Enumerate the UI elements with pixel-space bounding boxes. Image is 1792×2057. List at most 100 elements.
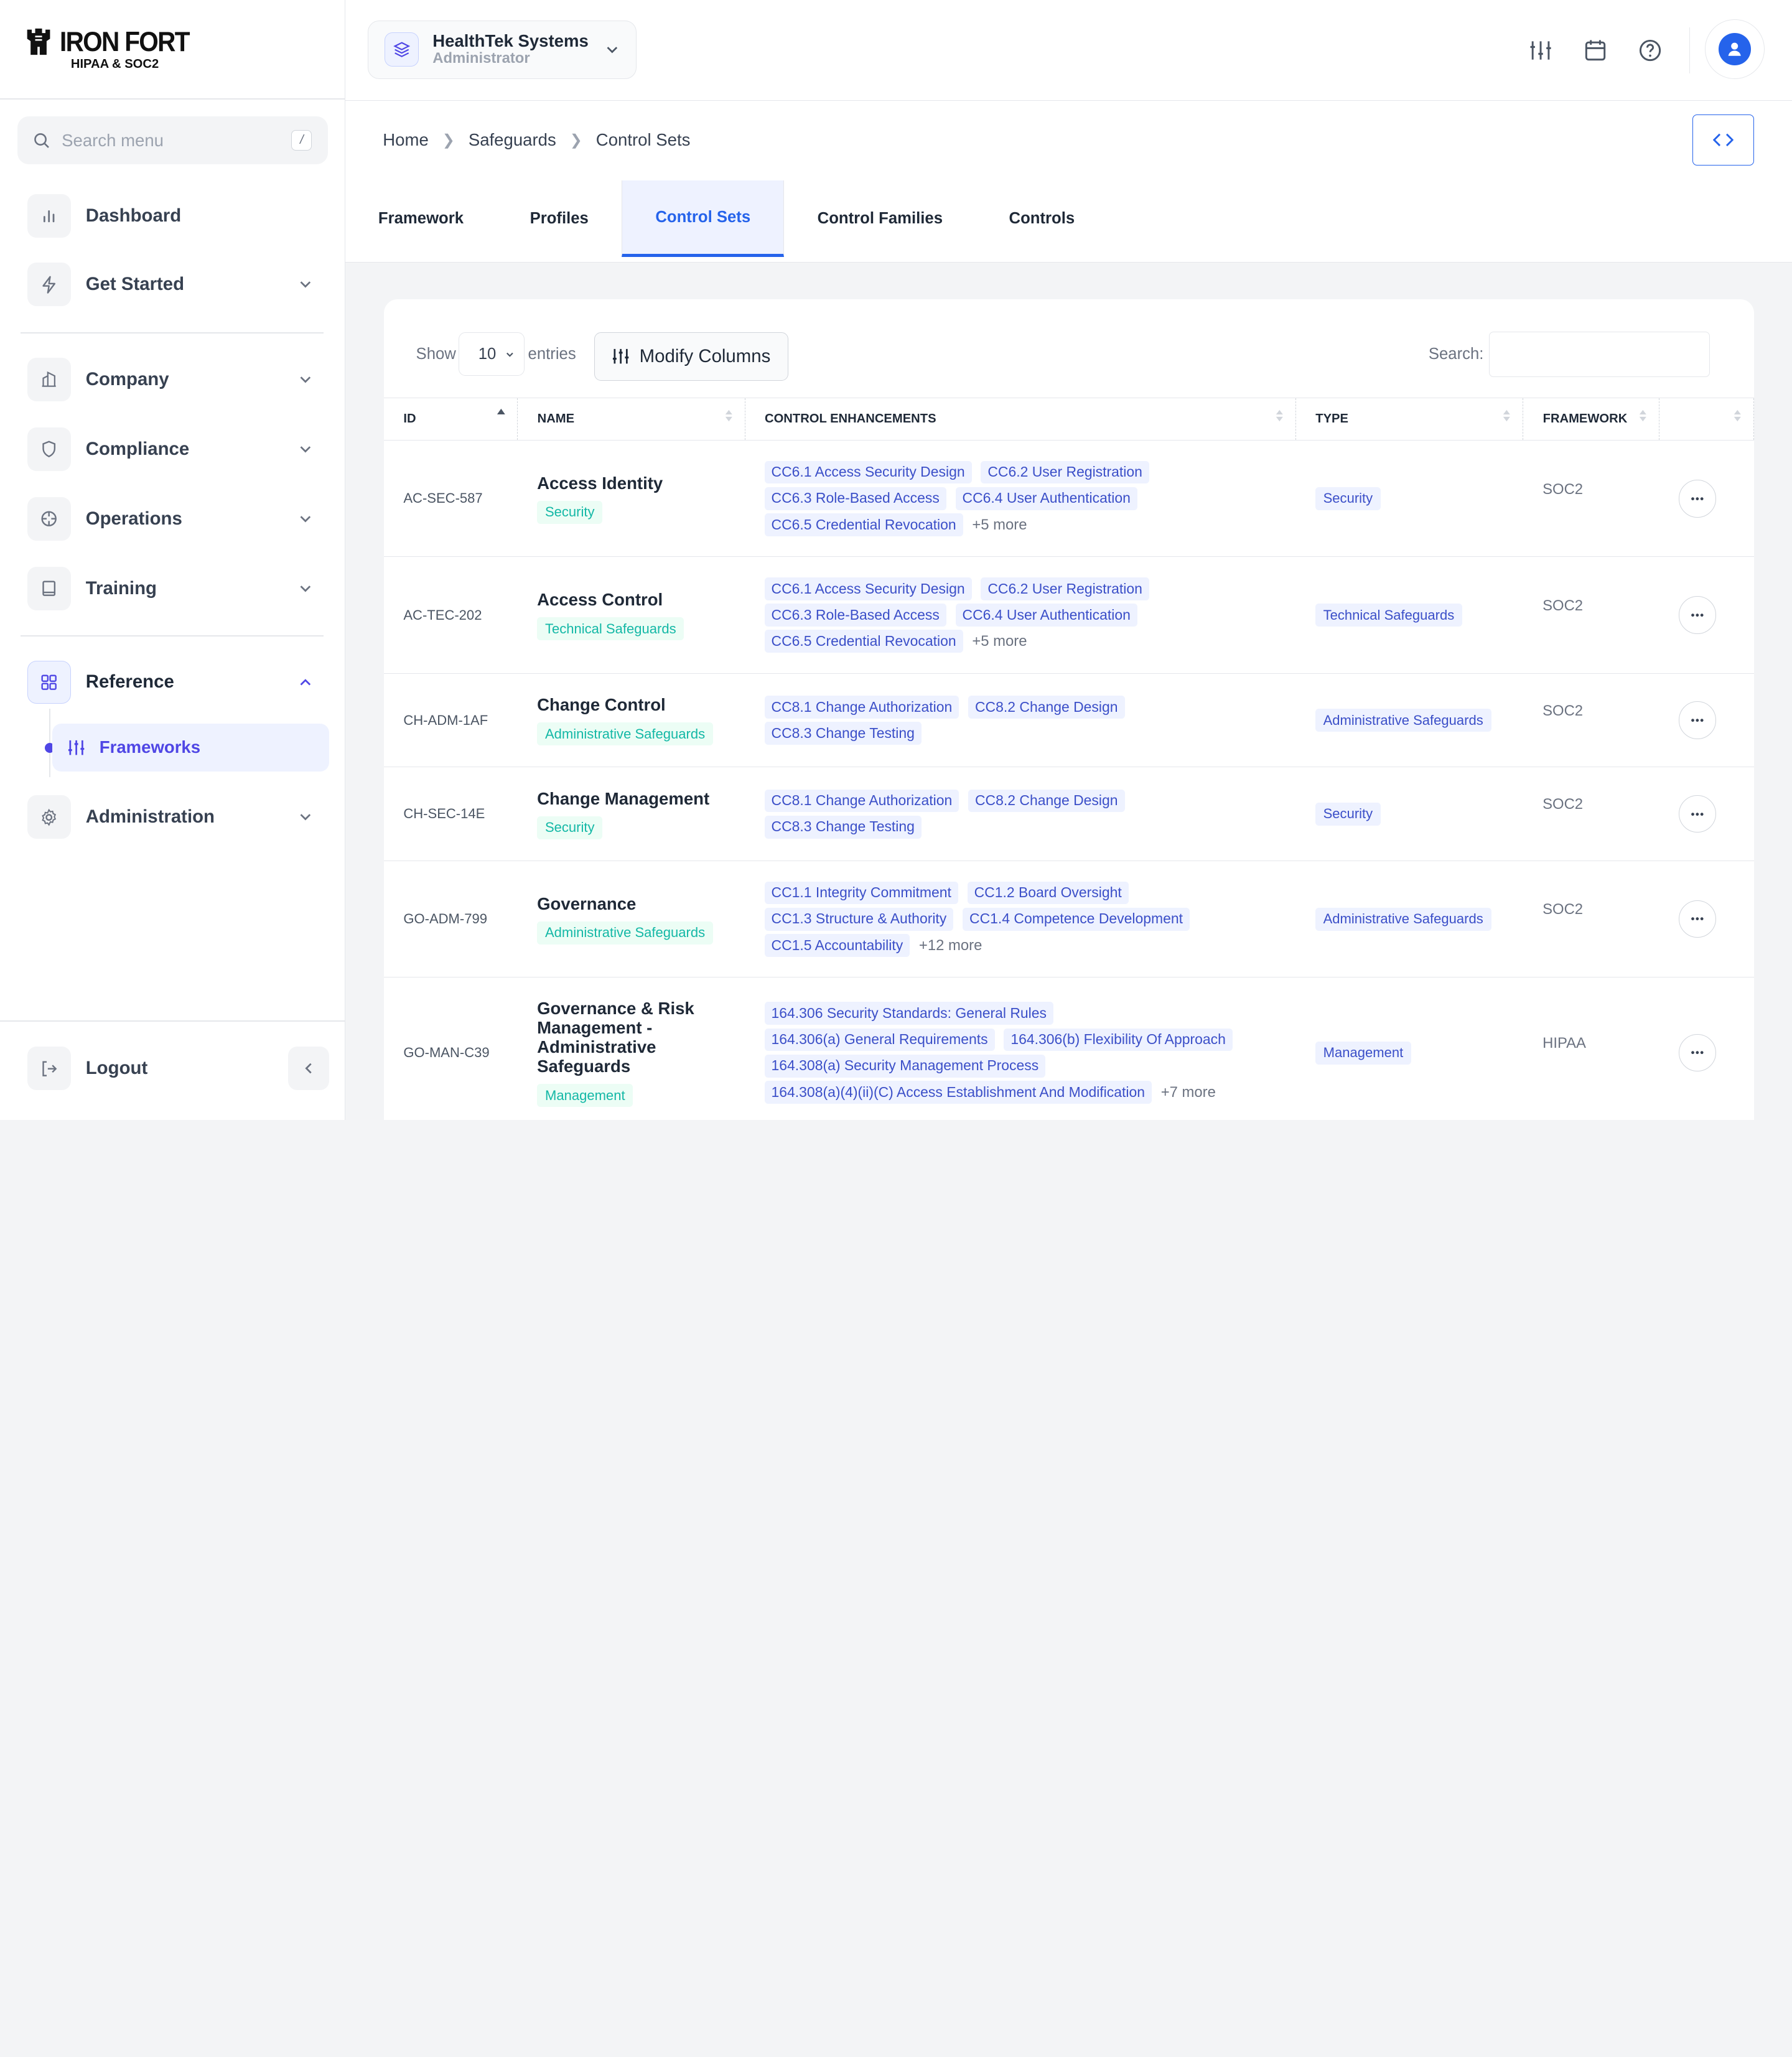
logout-button[interactable]: Logout <box>27 1046 329 1091</box>
enhancement-tag[interactable]: CC8.1 Change Authorization <box>764 789 959 813</box>
table-row[interactable]: CH-ADM-1AF Change Control Administrative S… <box>384 673 1754 768</box>
row-actions-button[interactable] <box>1678 1033 1717 1072</box>
breadcrumb-safeguards[interactable]: Safeguards <box>469 130 556 150</box>
row-id: AC-TEC-202 <box>384 556 518 674</box>
enhancement-tag[interactable]: CC6.4 User Authentication <box>955 604 1137 627</box>
table-row[interactable]: CH-SEC-14E Change Management Security CC8.1… <box>384 767 1754 861</box>
enhancement-tag[interactable]: 164.306(a) General Requirements <box>764 1028 995 1052</box>
sidebar-item-dashboard[interactable]: Dashboard <box>27 193 329 238</box>
help-icon[interactable] <box>1636 37 1664 64</box>
sidebar-item-reference[interactable]: Reference <box>27 660 329 705</box>
enhancement-tag[interactable]: CC8.3 Change Testing <box>764 815 922 839</box>
collapse-sidebar-button[interactable] <box>287 1047 329 1091</box>
enhancement-tag[interactable]: CC6.1 Access Security Design <box>764 577 972 600</box>
org-name: HealthTek Systems <box>432 31 589 51</box>
enhancement-tag[interactable]: CC6.3 Role-Based Access <box>764 604 946 627</box>
row-actions-button[interactable] <box>1678 596 1717 634</box>
bar-chart-icon <box>44 210 55 223</box>
type-badge: Security <box>1315 487 1381 510</box>
enhancement-tag[interactable]: CC6.4 User Authentication <box>955 487 1137 510</box>
row-name[interactable]: Governance <box>537 894 735 913</box>
enhancement-tag[interactable]: CC6.1 Access Security Design <box>764 460 972 484</box>
chevron-right-icon: ❯ <box>442 131 455 149</box>
more-enhancements-link[interactable]: +5 more <box>972 630 1027 653</box>
sidebar-item-get-started[interactable]: Get Started <box>27 262 329 307</box>
brand-title: IRON FORT <box>59 27 190 58</box>
row-name[interactable]: Access Control <box>537 590 735 609</box>
row-name[interactable]: Change Control <box>537 695 735 714</box>
enhancement-tag[interactable]: CC6.2 User Registration <box>981 460 1149 484</box>
enhancement-tag[interactable]: CC8.2 Change Design <box>968 789 1125 813</box>
enhancement-tag[interactable]: CC1.4 Competence Development <box>962 907 1190 931</box>
tab-control-sets[interactable]: Control Sets <box>622 180 785 258</box>
row-actions-button[interactable] <box>1678 795 1717 833</box>
brand-logo[interactable]: IRON FORT HIPAA & SOC2 <box>25 27 200 71</box>
code-view-button[interactable] <box>1692 114 1755 166</box>
row-actions-button[interactable] <box>1678 900 1717 938</box>
gear-icon <box>42 808 57 826</box>
sidebar: IRON FORT HIPAA & SOC2 Search menu / Das… <box>0 0 345 1120</box>
building-icon <box>42 371 56 387</box>
settings-sliders-icon[interactable] <box>1527 37 1554 64</box>
column-header-id[interactable]: ID <box>384 398 518 441</box>
row-actions-button[interactable] <box>1678 479 1717 518</box>
sort-icon <box>1276 409 1283 421</box>
lightning-icon <box>42 276 56 294</box>
logout-icon <box>42 1061 57 1076</box>
tab-control-families[interactable]: Control Families <box>784 180 976 257</box>
column-header-type[interactable]: TYPE <box>1295 398 1523 441</box>
enhancement-tag[interactable]: 164.308(a) Security Management Process <box>764 1054 1046 1078</box>
sidebar-item-training[interactable]: Training <box>27 566 329 611</box>
sidebar-item-operations[interactable]: Operations <box>27 496 329 541</box>
table-row[interactable]: GO-ADM-799 Governance Administrative Safeg… <box>384 861 1754 978</box>
enhancement-tag[interactable]: 164.308(a)(4)(ii)(C) Access Establishmen… <box>764 1081 1152 1104</box>
enhancement-tag[interactable]: CC1.2 Board Oversight <box>967 881 1129 905</box>
enhancement-tag[interactable]: CC8.2 Change Design <box>968 696 1125 719</box>
row-actions-button[interactable] <box>1678 701 1717 739</box>
enhancement-tag[interactable]: CC6.5 Credential Revocation <box>764 630 963 653</box>
more-enhancements-link[interactable]: +5 more <box>972 513 1027 536</box>
more-enhancements-link[interactable]: +7 more <box>1161 1081 1216 1104</box>
enhancement-tag[interactable]: CC1.1 Integrity Commitment <box>764 881 958 905</box>
sidebar-subitem-frameworks[interactable]: Frameworks <box>52 723 329 772</box>
table-search-input[interactable] <box>1489 331 1710 378</box>
calendar-icon[interactable] <box>1582 37 1609 64</box>
modify-columns-button[interactable]: Modify Columns <box>594 332 789 381</box>
sidebar-item-administration[interactable]: Administration <box>27 795 329 840</box>
row-name[interactable]: Change Management <box>537 789 735 808</box>
sidebar-item-compliance[interactable]: Compliance <box>27 426 329 472</box>
sidebar-item-company[interactable]: Company <box>27 357 329 402</box>
breadcrumb-home[interactable]: Home <box>383 130 428 150</box>
category-badge: Technical Safeguards <box>537 617 684 641</box>
tab-framework[interactable]: Framework <box>345 180 497 257</box>
more-enhancements-link[interactable]: +12 more <box>919 934 982 957</box>
sidebar-item-label: Get Started <box>85 274 185 295</box>
enhancement-tag[interactable]: 164.306(b) Flexibility Of Approach <box>1004 1028 1233 1052</box>
enhancement-tag[interactable]: CC6.5 Credential Revocation <box>764 513 963 536</box>
enhancement-tag[interactable]: CC6.2 User Registration <box>981 577 1149 600</box>
user-avatar-button[interactable] <box>1705 19 1765 79</box>
column-header-control-enhancements[interactable]: CONTROL ENHANCEMENTS <box>744 398 1296 441</box>
row-name[interactable]: Governance & Risk Management - Administr… <box>537 999 735 1076</box>
entries-select[interactable]: 10 <box>458 332 525 376</box>
enhancement-tag[interactable]: 164.306 Security Standards: General Rule… <box>764 1002 1053 1025</box>
enhancement-tag[interactable]: CC6.3 Role-Based Access <box>764 487 946 510</box>
type-badge: Technical Safeguards <box>1315 604 1463 627</box>
enhancement-tag[interactable]: CC8.3 Change Testing <box>764 722 922 745</box>
tab-profiles[interactable]: Profiles <box>497 180 622 257</box>
column-header-framework[interactable]: FRAMEWORK <box>1523 398 1659 441</box>
enhancement-tag[interactable]: CC1.3 Structure & Authority <box>764 907 954 931</box>
row-name[interactable]: Access Identity <box>537 473 735 493</box>
enhancement-tag[interactable]: CC1.5 Accountability <box>764 934 910 957</box>
category-badge: Administrative Safeguards <box>537 722 713 746</box>
table-row[interactable]: GO-MAN-C39 Governance & Risk Management -… <box>384 977 1754 1120</box>
tab-controls[interactable]: Controls <box>976 180 1108 257</box>
search-menu-input[interactable]: Search menu / <box>17 116 329 165</box>
enhancement-list: CC6.1 Access Security Design CC6.2 User R… <box>764 460 1279 536</box>
table-row[interactable]: AC-SEC-587 Access Identity Security CC6.1 A… <box>384 440 1754 557</box>
column-header-name[interactable]: NAME <box>517 398 745 441</box>
org-switcher[interactable]: HealthTek Systems Administrator <box>368 21 637 79</box>
table-row[interactable]: AC-TEC-202 Access Control Technical Safegu… <box>384 556 1754 674</box>
shortcut-key: / <box>291 130 312 151</box>
enhancement-tag[interactable]: CC8.1 Change Authorization <box>764 696 959 719</box>
